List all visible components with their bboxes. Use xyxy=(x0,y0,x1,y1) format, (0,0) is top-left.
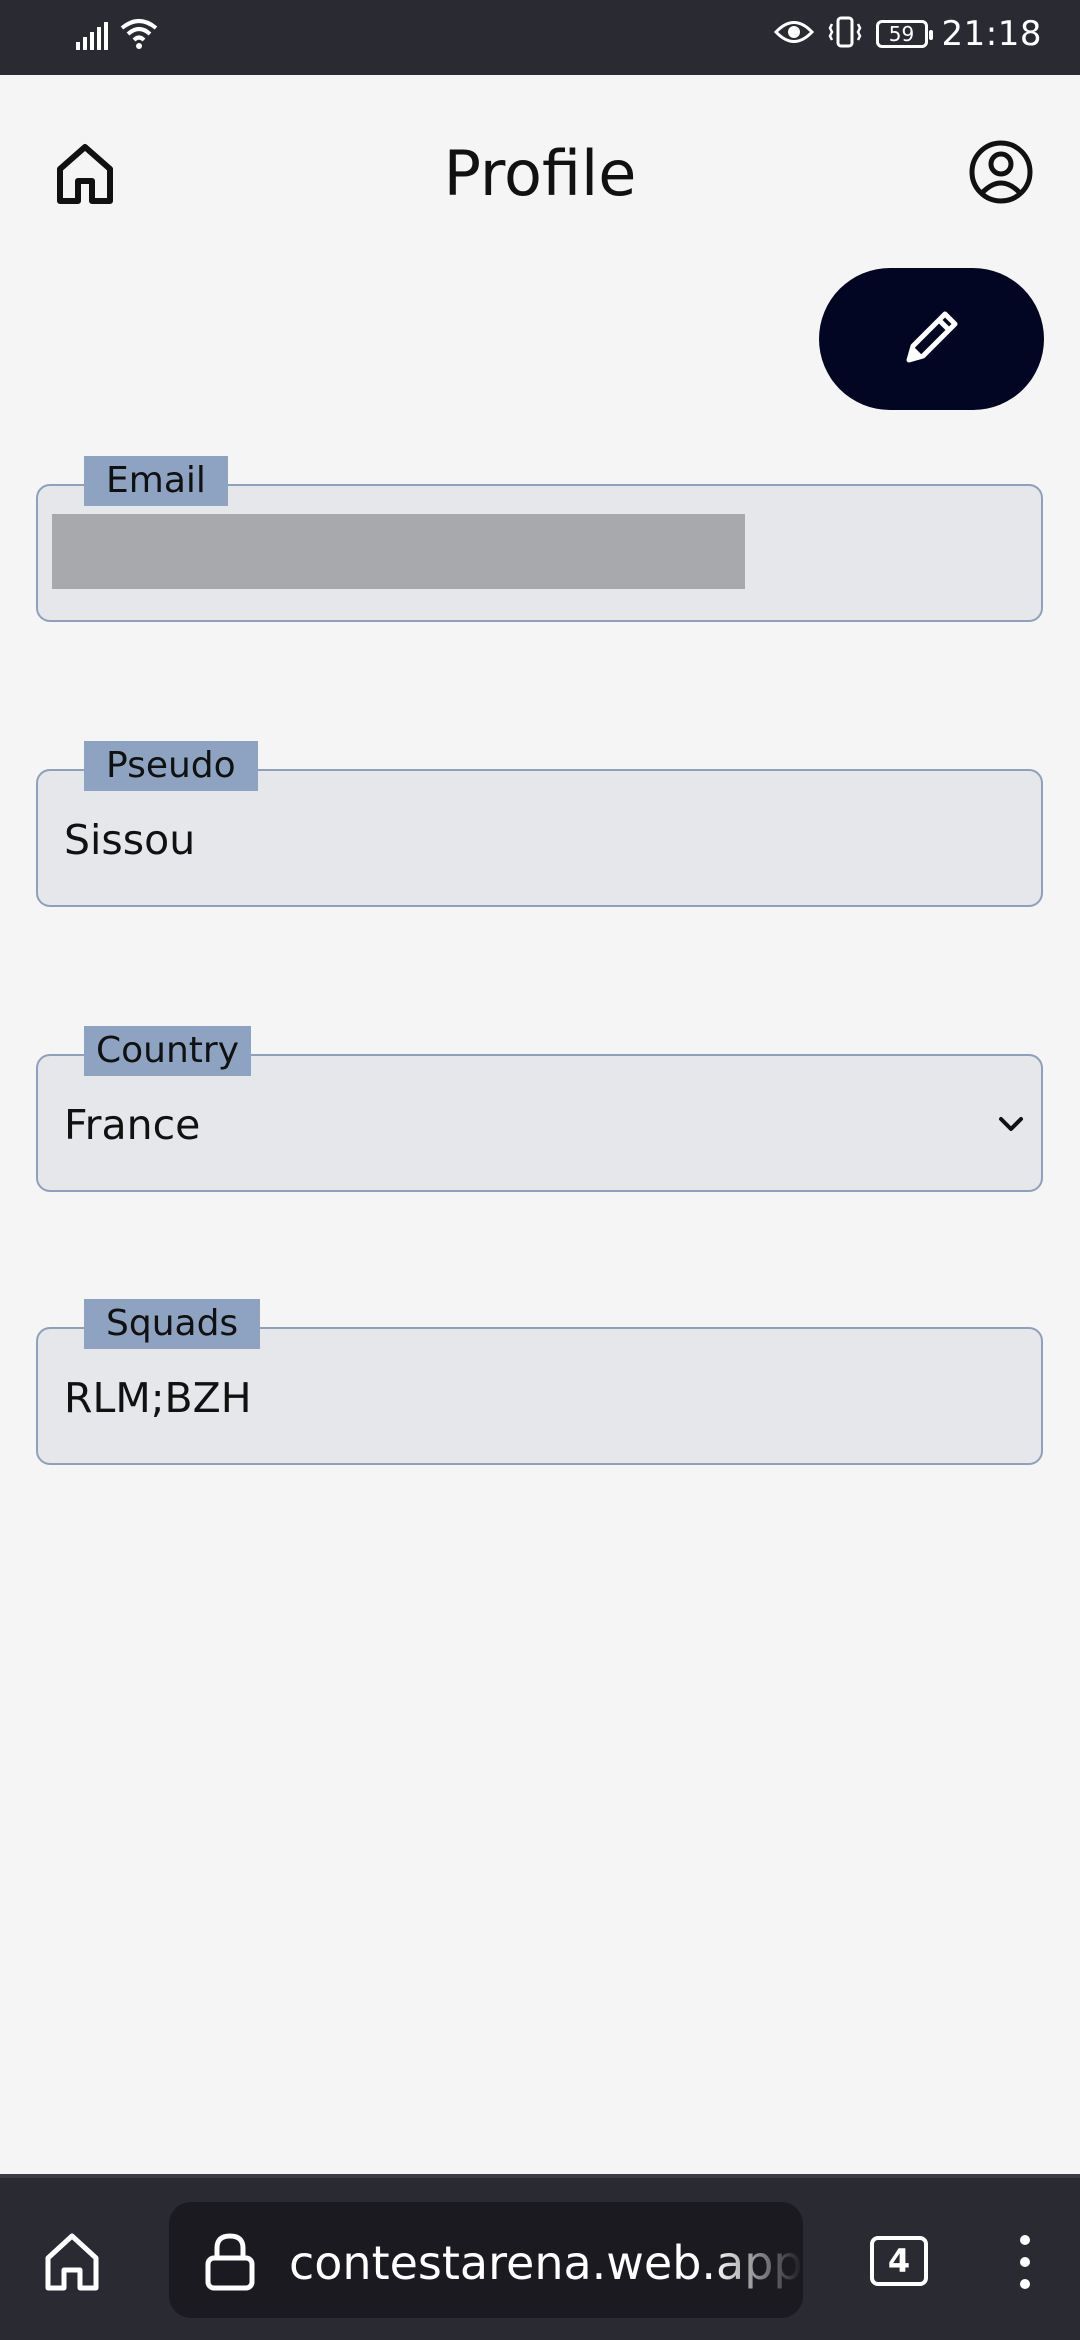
more-menu-button[interactable] xyxy=(1010,2230,1040,2294)
squads-value: RLM;BZH xyxy=(64,1374,252,1422)
url-fade xyxy=(713,2202,803,2318)
eye-icon xyxy=(773,19,814,49)
email-label: Email xyxy=(84,456,228,506)
tab-count: 4 xyxy=(887,2242,911,2280)
pseudo-label: Pseudo xyxy=(84,741,258,791)
lock-icon xyxy=(203,2232,257,2292)
more-icon xyxy=(1010,2235,1040,2298)
country-value: France xyxy=(64,1101,201,1149)
status-bar: 59 21:18 xyxy=(0,0,1080,75)
address-bar[interactable]: contestarena.web.app/ide xyxy=(169,2202,803,2318)
country-field[interactable]: France Country xyxy=(36,1026,1043,1192)
battery-level: 59 xyxy=(888,22,915,46)
browser-toolbar: contestarena.web.app/ide 4 xyxy=(0,2174,1080,2340)
browser-home-button[interactable] xyxy=(40,2230,104,2294)
email-field[interactable]: Email xyxy=(36,456,1043,622)
squads-field[interactable]: RLM;BZH Squads xyxy=(36,1299,1043,1465)
squads-label: Squads xyxy=(84,1299,261,1349)
home-icon xyxy=(40,2233,104,2298)
signal-icon xyxy=(76,22,110,54)
tabs-button[interactable]: 4 xyxy=(870,2236,928,2286)
clock: 21:18 xyxy=(941,14,1042,54)
account-icon xyxy=(968,140,1034,209)
pseudo-value: Sissou xyxy=(64,816,196,864)
country-label: Country xyxy=(84,1026,252,1076)
account-button[interactable] xyxy=(968,139,1034,205)
vibrate-icon xyxy=(828,16,862,52)
email-redacted-value xyxy=(52,514,745,589)
edit-button[interactable] xyxy=(819,268,1044,410)
app-header: Profile xyxy=(0,75,1080,265)
page-title: Profile xyxy=(443,137,637,210)
pseudo-field[interactable]: Sissou Pseudo xyxy=(36,741,1043,907)
battery-icon: 59 xyxy=(875,20,933,48)
chevron-down-icon xyxy=(995,1108,1027,1140)
wifi-icon xyxy=(120,18,158,54)
pencil-icon xyxy=(901,306,963,372)
